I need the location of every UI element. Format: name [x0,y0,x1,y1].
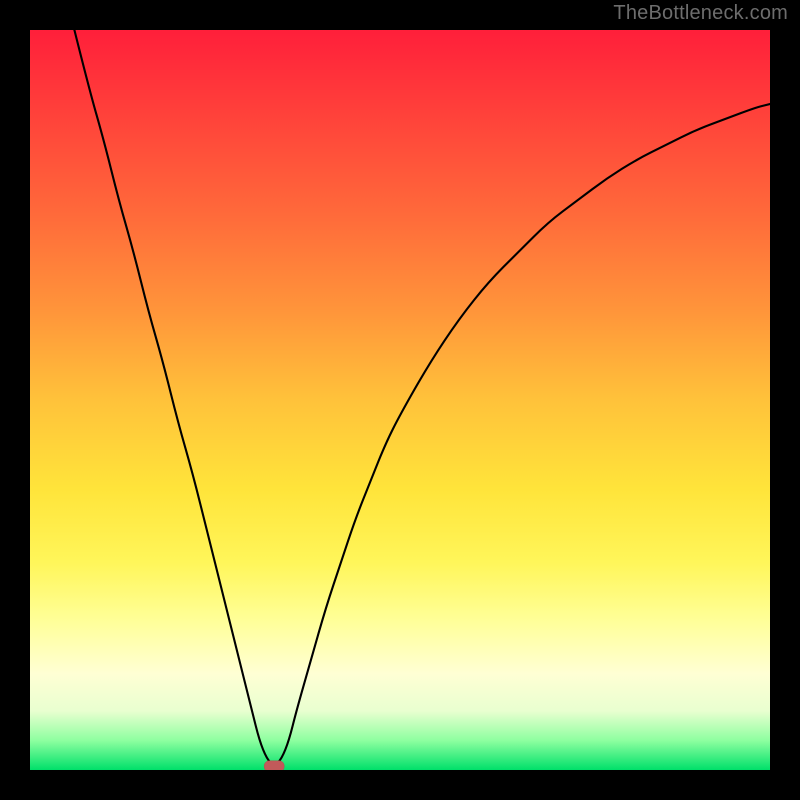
watermark-label: TheBottleneck.com [613,2,788,25]
bottleneck-curve [74,30,770,764]
curve-svg [30,30,770,770]
plot-area [30,30,770,770]
min-marker [264,761,284,770]
chart-frame: TheBottleneck.com [0,0,800,800]
